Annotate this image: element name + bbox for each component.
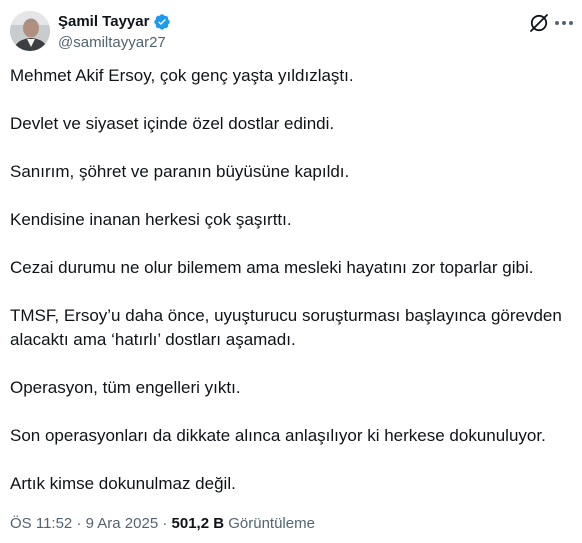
views-label: Görüntüleme (228, 515, 315, 532)
meta-separator: · (76, 515, 82, 532)
grok-icon[interactable] (528, 12, 550, 34)
tweet-paragraph: Artık kimse dokunulmaz değil. (10, 474, 236, 493)
tweet-paragraph: TMSF, Ersoy’u daha önce, uyuşturucu soru… (10, 306, 562, 349)
tweet-meta: ÖS 11:52 · 9 Ara 2025 · 501,2 B Görüntül… (10, 514, 315, 534)
tweet-paragraph: Sanırım, şöhret ve paranın büyüsüne kapı… (10, 162, 350, 181)
more-options-icon[interactable] (552, 12, 576, 34)
tweet-paragraph: Operasyon, tüm engelleri yıktı. (10, 378, 241, 397)
tweet-paragraph: Kendisine inanan herkesi çok şaşırttı. (10, 210, 292, 229)
tweet-paragraph: Devlet ve siyaset içinde özel dostlar ed… (10, 114, 335, 133)
tweet-paragraph: Mehmet Akif Ersoy, çok genç yaşta yıldız… (10, 66, 354, 85)
tweet-time: ÖS 11:52 (10, 515, 73, 532)
avatar[interactable] (10, 11, 50, 51)
tweet-paragraph: Cezai durumu ne olur bilemem ama mesleki… (10, 258, 534, 277)
tweet-paragraph: Son operasyonları da dikkate alınca anla… (10, 426, 546, 445)
views-link[interactable]: 501,2 B Görüntüleme (172, 515, 315, 532)
avatar-image (10, 11, 50, 51)
tweet-timestamp-link[interactable]: ÖS 11:52 · 9 Ara 2025 (10, 515, 158, 532)
author-name[interactable]: Şamil Tayyar (58, 12, 149, 32)
author-handle[interactable]: @samiltayyar27 (58, 33, 166, 53)
views-count: 501,2 B (171, 515, 225, 532)
verified-badge-icon (154, 14, 171, 30)
meta-separator: · (162, 515, 168, 532)
tweet-text: Mehmet Akif Ersoy, çok genç yaşta yıldız… (10, 64, 575, 520)
tweet-date: 9 Ara 2025 (85, 515, 159, 532)
author-name-row: Şamil Tayyar (58, 12, 171, 32)
